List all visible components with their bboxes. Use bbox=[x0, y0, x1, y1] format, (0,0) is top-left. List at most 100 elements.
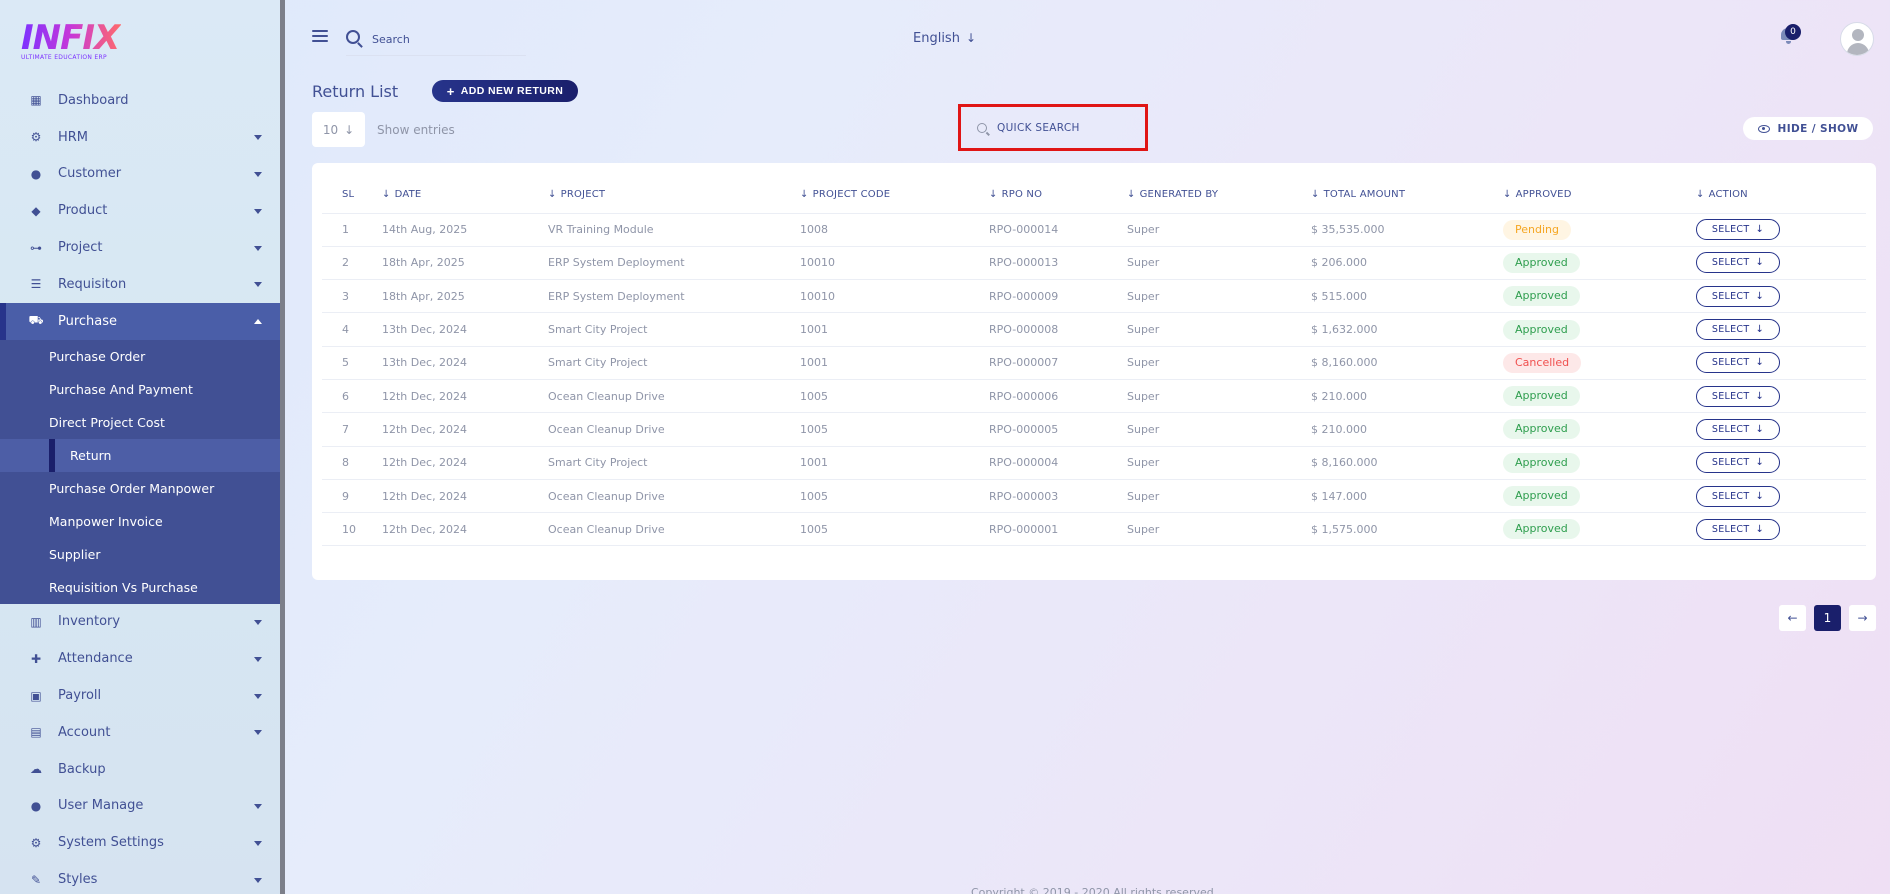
notification-badge: 0 bbox=[1785, 24, 1801, 40]
cell-amount: $ 210.000 bbox=[1311, 412, 1503, 447]
sidebar-item-hrm[interactable]: ⚙ HRM bbox=[0, 119, 281, 156]
app-logo[interactable]: INFIX ULTIMATE EDUCATION ERP bbox=[21, 20, 121, 64]
table-header-row: SL ↓ DATE ↓ PROJECT ↓ PROJECT CODE ↓ RPO NO … bbox=[322, 177, 1866, 214]
col-sl[interactable]: SL bbox=[322, 177, 382, 214]
sidebar-scrollbar[interactable] bbox=[280, 0, 285, 894]
cell-code: 1001 bbox=[800, 446, 989, 480]
cell-amount: $ 206.000 bbox=[1311, 246, 1503, 281]
sidebar-item-purchase[interactable]: ⛟ Purchase bbox=[0, 302, 281, 340]
select-action-button[interactable]: SELECT ↓ bbox=[1696, 452, 1780, 474]
sidebar-item-label: Product bbox=[58, 203, 108, 219]
sidebar-item-requisiton[interactable]: ☰ Requisiton bbox=[0, 266, 281, 303]
user-avatar[interactable] bbox=[1840, 22, 1874, 56]
sidebar-item-inventory[interactable]: ▥ Inventory bbox=[0, 604, 281, 641]
cell-sl: 6 bbox=[322, 379, 382, 414]
select-action-button[interactable]: SELECT ↓ bbox=[1696, 285, 1780, 307]
cell-project: Ocean Cleanup Drive bbox=[548, 512, 800, 547]
sidebar-item-backup[interactable]: ☁ Backup bbox=[0, 751, 281, 788]
sidebar-item-label: Backup bbox=[58, 761, 106, 777]
cell-code: 10010 bbox=[800, 279, 989, 314]
search-icon bbox=[977, 122, 987, 133]
barcode-icon: ▥ bbox=[30, 614, 42, 629]
sidebar-subitem-purchase-and-payment[interactable]: Purchase And Payment bbox=[0, 373, 281, 406]
col-action[interactable]: ↓ ACTION bbox=[1696, 177, 1866, 214]
sidebar-item-project[interactable]: ⊶ Project bbox=[0, 229, 281, 266]
page-title: Return List bbox=[312, 82, 399, 101]
select-label: SELECT bbox=[1711, 357, 1750, 369]
cell-sl: 1 bbox=[322, 213, 382, 247]
sidebar-subitem-return[interactable]: Return bbox=[0, 438, 281, 472]
col-project[interactable]: ↓ PROJECT bbox=[548, 177, 800, 214]
sidebar-item-label: Dashboard bbox=[58, 92, 129, 108]
status-badge: Approved bbox=[1503, 419, 1580, 440]
cell-action: SELECT ↓ bbox=[1696, 279, 1866, 314]
cell-status: Approved bbox=[1503, 279, 1696, 314]
col-project-code[interactable]: ↓ PROJECT CODE bbox=[800, 177, 989, 214]
select-action-button[interactable]: SELECT ↓ bbox=[1696, 418, 1780, 440]
pagination-prev-button[interactable]: ← bbox=[1779, 605, 1806, 631]
caret-down-icon bbox=[254, 135, 262, 141]
arrow-down-icon: ↓ bbox=[1755, 257, 1765, 269]
sidebar-subitem-label: Purchase And Payment bbox=[49, 381, 193, 397]
sidebar-item-customer[interactable]: ● Customer bbox=[0, 156, 281, 193]
cell-action: SELECT ↓ bbox=[1696, 346, 1866, 380]
caret-down-icon bbox=[254, 208, 262, 214]
hide-show-button[interactable]: HIDE / SHOW bbox=[1743, 117, 1873, 140]
cell-code: 10010 bbox=[800, 246, 989, 281]
arrow-down-icon: ↓ bbox=[1755, 423, 1765, 435]
col-date[interactable]: ↓ DATE bbox=[382, 177, 548, 214]
language-selector[interactable]: English ↓ bbox=[913, 31, 976, 46]
add-new-return-button[interactable]: + ADD NEW RETURN bbox=[432, 80, 578, 102]
col-generated-by[interactable]: ↓ GENERATED BY bbox=[1127, 177, 1311, 214]
calculator-icon: ▤ bbox=[30, 725, 42, 740]
select-action-button[interactable]: SELECT ↓ bbox=[1696, 252, 1780, 274]
select-action-button[interactable]: SELECT ↓ bbox=[1696, 485, 1780, 507]
select-action-button[interactable]: SELECT ↓ bbox=[1696, 385, 1780, 407]
select-action-button[interactable]: SELECT ↓ bbox=[1696, 319, 1780, 341]
sidebar-subitem-purchase-order-manpower[interactable]: Purchase Order Manpower bbox=[0, 472, 281, 505]
sidebar-subitem-direct-project-cost[interactable]: Direct Project Cost bbox=[0, 406, 281, 439]
sidebar-item-attendance[interactable]: ✚ Attendance bbox=[0, 640, 281, 677]
sidebar-item-payroll[interactable]: ▣ Payroll bbox=[0, 677, 281, 714]
cell-action: SELECT ↓ bbox=[1696, 246, 1866, 281]
sidebar-item-label: Purchase bbox=[58, 313, 118, 329]
col-rpo-no[interactable]: ↓ RPO NO bbox=[989, 177, 1127, 214]
quick-search-input[interactable] bbox=[997, 121, 1127, 134]
entries-select[interactable]: 10 ↓ bbox=[312, 112, 365, 147]
cell-status: Pending bbox=[1503, 213, 1696, 247]
sidebar-item-account[interactable]: ▤ Account bbox=[0, 714, 281, 751]
sidebar-item-user-manage[interactable]: ● User Manage bbox=[0, 788, 281, 825]
sidebar-item-product[interactable]: ◆ Product bbox=[0, 192, 281, 229]
sidebar-item-styles[interactable]: ✎ Styles bbox=[0, 861, 281, 894]
sidebar-subitem-label: Supplier bbox=[49, 546, 101, 562]
cell-amount: $ 8,160.000 bbox=[1311, 446, 1503, 480]
hamburger-menu-icon[interactable] bbox=[312, 30, 328, 44]
select-action-button[interactable]: SELECT ↓ bbox=[1696, 219, 1780, 241]
sidebar-subitem-purchase-order[interactable]: Purchase Order bbox=[0, 340, 281, 373]
select-action-button[interactable]: SELECT ↓ bbox=[1696, 352, 1780, 374]
pagination-next-button[interactable]: → bbox=[1849, 605, 1876, 631]
cell-action: SELECT ↓ bbox=[1696, 479, 1866, 514]
cell-project: ERP System Deployment bbox=[548, 279, 800, 314]
sidebar-subitem-requisition-vs-purchase[interactable]: Requisition Vs Purchase bbox=[0, 571, 281, 604]
header-search-input[interactable] bbox=[372, 28, 522, 50]
list-icon: ☰ bbox=[30, 277, 42, 292]
sidebar-item-dashboard[interactable]: ▦ Dashboard bbox=[0, 82, 281, 119]
col-label: RPO NO bbox=[1001, 189, 1043, 201]
col-approved[interactable]: ↓ APPROVED bbox=[1503, 177, 1696, 214]
cell-amount: $ 515.000 bbox=[1311, 279, 1503, 314]
col-label: APPROVED bbox=[1515, 189, 1572, 201]
sidebar-subitem-supplier[interactable]: Supplier bbox=[0, 538, 281, 571]
cell-project: Ocean Cleanup Drive bbox=[548, 379, 800, 414]
cell-project: VR Training Module bbox=[548, 213, 800, 247]
sort-arrow-icon: ↓ bbox=[382, 189, 391, 201]
sidebar-item-system-settings[interactable]: ⚙ System Settings bbox=[0, 824, 281, 861]
cell-amount: $ 1,575.000 bbox=[1311, 512, 1503, 547]
quick-search bbox=[958, 104, 1148, 151]
pagination-page-1[interactable]: 1 bbox=[1814, 605, 1841, 631]
col-total-amount[interactable]: ↓ TOTAL AMOUNT bbox=[1311, 177, 1503, 214]
status-badge: Approved bbox=[1503, 452, 1580, 473]
sidebar-subitem-manpower-invoice[interactable]: Manpower Invoice bbox=[0, 505, 281, 538]
select-label: SELECT bbox=[1711, 490, 1750, 502]
select-action-button[interactable]: SELECT ↓ bbox=[1696, 518, 1780, 540]
